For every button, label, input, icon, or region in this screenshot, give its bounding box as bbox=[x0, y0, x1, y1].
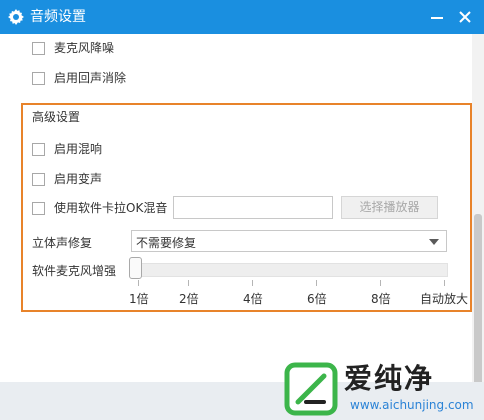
karaoke-path-input[interactable] bbox=[173, 196, 333, 219]
mic-boost-slider-handle[interactable] bbox=[129, 257, 142, 279]
echo-cancel-checkbox[interactable] bbox=[32, 71, 45, 85]
watermark-logo-icon bbox=[284, 362, 338, 416]
karaoke-checkbox[interactable] bbox=[32, 201, 45, 215]
slider-tick bbox=[188, 280, 189, 286]
echo-cancel-label: 启用回声消除 bbox=[54, 71, 127, 85]
stereo-fix-dropdown[interactable]: 不需要修复 bbox=[131, 230, 447, 252]
noise-reduction-option[interactable]: 麦克风降噪 bbox=[32, 39, 114, 57]
watermark-url: www.aichunjing.com bbox=[350, 398, 474, 412]
title-bar: 音频设置 bbox=[0, 0, 484, 34]
slider-tick bbox=[316, 280, 317, 286]
noise-reduction-label: 麦克风降噪 bbox=[54, 41, 115, 55]
slider-tick bbox=[444, 280, 445, 286]
reverb-checkbox[interactable] bbox=[32, 142, 45, 156]
slider-tick-label: 1倍 bbox=[129, 292, 149, 306]
slider-tick bbox=[380, 280, 381, 286]
reverb-option[interactable]: 启用混响 bbox=[32, 140, 102, 158]
mic-boost-label: 软件麦克风增强 bbox=[32, 264, 117, 278]
gear-icon bbox=[8, 9, 24, 25]
minimize-icon[interactable] bbox=[430, 10, 444, 24]
karaoke-label: 使用软件卡拉OK混音 bbox=[54, 201, 168, 215]
chevron-down-icon bbox=[429, 239, 439, 245]
slider-tick-label: 自动放大 bbox=[420, 292, 469, 306]
karaoke-option[interactable]: 使用软件卡拉OK混音 bbox=[32, 199, 167, 217]
select-player-button[interactable]: 选择播放器 bbox=[341, 196, 438, 219]
slider-tick bbox=[138, 280, 139, 286]
close-icon[interactable] bbox=[457, 9, 473, 25]
advanced-settings-title: 高级设置 bbox=[32, 110, 81, 124]
voice-change-label: 启用变声 bbox=[54, 172, 103, 186]
stereo-fix-label: 立体声修复 bbox=[32, 236, 93, 250]
voice-change-checkbox[interactable] bbox=[32, 172, 45, 186]
watermark: 爱纯净 www.aichunjing.com bbox=[280, 358, 480, 418]
slider-tick bbox=[252, 280, 253, 286]
slider-tick-label: 6倍 bbox=[307, 292, 327, 306]
voice-change-option[interactable]: 启用变声 bbox=[32, 170, 102, 188]
stereo-fix-selected: 不需要修复 bbox=[136, 236, 197, 250]
window-title: 音频设置 bbox=[30, 9, 86, 25]
watermark-brand: 爱纯净 bbox=[344, 362, 435, 395]
reverb-label: 启用混响 bbox=[54, 142, 103, 156]
slider-tick-label: 8倍 bbox=[371, 292, 391, 306]
mic-boost-slider-track[interactable] bbox=[137, 263, 448, 277]
slider-tick-label: 4倍 bbox=[243, 292, 263, 306]
echo-cancel-option[interactable]: 启用回声消除 bbox=[32, 69, 126, 87]
slider-tick-label: 2倍 bbox=[179, 292, 199, 306]
noise-reduction-checkbox[interactable] bbox=[32, 41, 45, 55]
